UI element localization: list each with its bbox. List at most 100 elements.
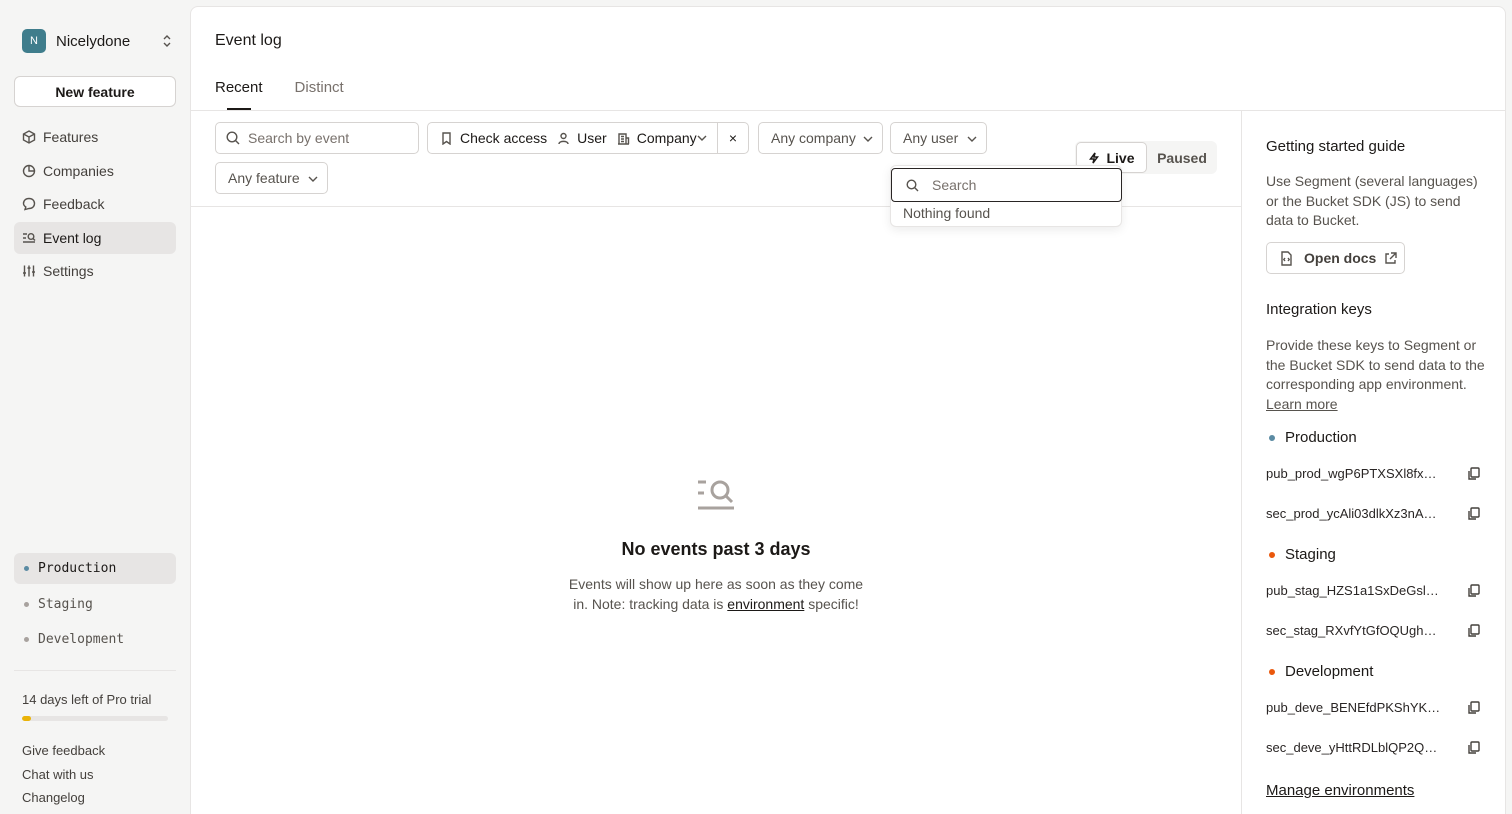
chat-with-us-link[interactable]: Chat with us (22, 767, 105, 791)
status-dot (24, 637, 29, 642)
status-dot (1269, 551, 1275, 558)
main-panel: Event log Recent Distinct Check access U… (190, 6, 1506, 814)
env-heading-development: Development (1266, 663, 1373, 680)
chevron-down-icon (863, 136, 873, 142)
dropdown-search-input[interactable] (932, 177, 1112, 193)
page-title: Event log (215, 32, 282, 49)
give-feedback-link[interactable]: Give feedback (22, 743, 105, 767)
access-part-check: Check access (440, 130, 547, 146)
manage-environments-link[interactable]: Manage environments (1266, 782, 1414, 799)
access-part-user: User (557, 130, 607, 146)
env-label: Production (38, 561, 117, 576)
key-row: sec_stag_RXvfYtGfOQUghY… (1266, 623, 1480, 638)
sidebar-item-features[interactable]: Features (14, 121, 176, 153)
list-search-icon (698, 480, 734, 510)
copy-icon[interactable] (1467, 584, 1480, 597)
env-heading-production: Production (1266, 429, 1357, 446)
user-filter-label: Any user (903, 130, 959, 146)
env-item-development[interactable]: Development (14, 624, 176, 655)
sidebar-item-settings[interactable]: Settings (14, 255, 176, 287)
tabs: Recent Distinct (215, 79, 376, 111)
trial-status: 14 days left of Pro trial (22, 692, 152, 707)
copy-icon[interactable] (1467, 741, 1480, 754)
feature-filter-select[interactable]: Any feature (215, 162, 328, 194)
tab-recent[interactable]: Recent (215, 79, 263, 111)
copy-icon[interactable] (1467, 624, 1480, 637)
access-part-label: User (577, 130, 607, 146)
event-search-input[interactable] (248, 130, 408, 146)
learn-more-link[interactable]: Learn more (1266, 396, 1338, 412)
org-switcher[interactable]: N Nicelydone (22, 29, 172, 53)
org-name: Nicelydone (56, 32, 131, 50)
env-item-production[interactable]: Production (14, 553, 176, 584)
environment-link[interactable]: environment (727, 596, 804, 612)
sidebar-item-label: Event log (43, 229, 102, 246)
sidebar-item-event-log[interactable]: Event log (14, 221, 176, 254)
integration-keys-text: Provide these keys to Segment or the Buc… (1266, 336, 1488, 414)
code-file-icon (1281, 250, 1292, 266)
key-row: pub_prod_wgP6PTXSXl8fxA… (1266, 466, 1480, 481)
paused-button[interactable]: Paused (1147, 150, 1217, 166)
changelog-link[interactable]: Changelog (22, 790, 105, 814)
chevron-down-icon (697, 135, 707, 141)
key-row: pub_deve_BENEfdPKShYKO… (1266, 700, 1480, 715)
event-search[interactable] (215, 122, 419, 154)
empty-state-text: Events will show up here as soon as they… (566, 574, 866, 614)
cube-icon (22, 130, 36, 144)
integration-keys-title: Integration keys (1266, 301, 1372, 318)
list-search-icon (23, 232, 36, 243)
env-label: Development (38, 632, 125, 647)
publishable-key: pub_prod_wgP6PTXSXl8fxA… (1266, 466, 1444, 481)
env-heading-label: Production (1285, 429, 1357, 446)
secret-key: sec_prod_ycAli03dlkXz3nA… (1266, 506, 1437, 521)
sidebar-item-feedback[interactable]: Feedback (14, 188, 176, 220)
env-item-staging[interactable]: Staging (14, 589, 176, 620)
pie-chart-icon (22, 164, 36, 177)
sidebar-footer: Give feedback Chat with us Changelog (22, 743, 105, 814)
search-icon (226, 131, 240, 145)
divider (14, 670, 176, 671)
guide-text: Use Segment (several languages) or the B… (1266, 173, 1478, 229)
lightning-icon (1089, 152, 1100, 163)
company-filter-select[interactable]: Any company (758, 122, 883, 154)
copy-icon[interactable] (1467, 701, 1480, 714)
secret-key: sec_stag_RXvfYtGfOQUghY… (1266, 623, 1444, 638)
status-dot (1269, 434, 1275, 441)
copy-icon[interactable] (1467, 507, 1480, 520)
sidebar-nav: Features Companies Feedback Event log Se… (14, 121, 176, 289)
key-row: pub_stag_HZS1a1SxDeGsl5… (1266, 583, 1480, 598)
key-row: sec_deve_yHttRDLblQP2Q3… (1266, 740, 1480, 755)
filter-bar: Check access User Company × Any company … (191, 111, 1241, 227)
open-docs-label: Open docs (1304, 250, 1377, 266)
status-dot (1269, 668, 1275, 675)
access-part-label: Check access (460, 130, 548, 146)
secret-key: sec_deve_yHttRDLblQP2Q3… (1266, 740, 1444, 755)
access-filter[interactable]: Check access User Company × (427, 122, 749, 154)
status-dot (24, 566, 29, 571)
dropdown-search[interactable] (891, 168, 1122, 202)
new-feature-button[interactable]: New feature (14, 76, 176, 107)
sidebar-item-label: Features (43, 129, 99, 145)
env-heading-label: Staging (1285, 546, 1336, 563)
sidebar-item-label: Feedback (43, 196, 105, 212)
copy-icon[interactable] (1467, 467, 1480, 480)
clear-filter-button[interactable]: × (717, 123, 748, 153)
chevron-down-icon (308, 176, 318, 182)
sidebar-item-companies[interactable]: Companies (14, 155, 176, 187)
tab-distinct[interactable]: Distinct (295, 79, 344, 111)
building-icon (617, 132, 629, 145)
guide-title: Getting started guide (1266, 138, 1406, 155)
open-docs-button[interactable]: Open docs (1266, 242, 1405, 274)
env-heading-staging: Staging (1266, 546, 1336, 563)
feature-filter-label: Any feature (228, 170, 300, 186)
user-filter-select[interactable]: Any user (890, 122, 987, 154)
empty-state: No events past 3 days Events will show u… (191, 477, 1241, 614)
integration-keys-description: Provide these keys to Segment or the Buc… (1266, 337, 1485, 393)
user-icon (558, 132, 569, 144)
search-icon (906, 178, 919, 191)
live-label: Live (1106, 149, 1135, 166)
publishable-key: pub_stag_HZS1a1SxDeGsl5… (1266, 583, 1444, 598)
key-row: sec_prod_ycAli03dlkXz3nA… (1266, 506, 1480, 521)
bookmark-icon (442, 131, 451, 145)
publishable-key: pub_deve_BENEfdPKShYKO… (1266, 700, 1444, 715)
